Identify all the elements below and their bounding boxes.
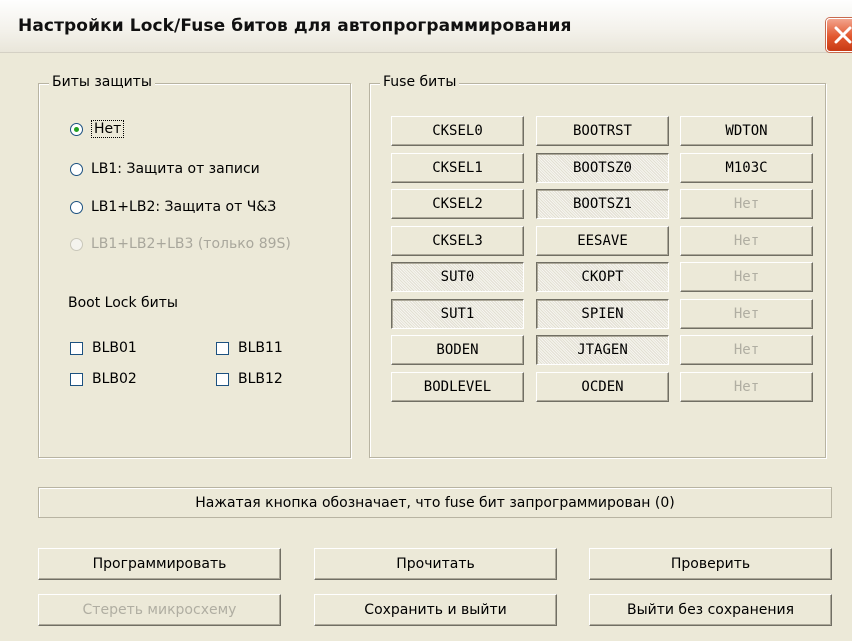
checkbox-label: BLB02 <box>92 371 137 387</box>
boot-lock-label: Boot Lock биты <box>68 295 178 311</box>
fuse-button-label: CKSEL3 <box>432 233 483 249</box>
fuse-button-none[interactable]: Нет <box>680 299 813 329</box>
fuse-button-label: EESAVE <box>577 233 628 249</box>
status-info: Нажатая кнопка обозначает, что fuse бит … <box>38 487 832 518</box>
fuse-button-label: JTAGEN <box>577 342 628 358</box>
window-title: Настройки Lock/Fuse битов для автопрогра… <box>18 16 572 36</box>
fuse-button-label: Нет <box>733 342 760 358</box>
fuse-button-none[interactable]: Нет <box>680 262 813 292</box>
checkbox-box <box>216 372 229 386</box>
fuse-button-sut0[interactable]: SUT0 <box>391 262 524 292</box>
program-button[interactable]: Программировать <box>38 548 281 580</box>
dialog-window: Настройки Lock/Fuse битов для автопрогра… <box>0 0 852 641</box>
fuse-button-label: SUT1 <box>440 306 475 322</box>
exit-without-saving-button[interactable]: Выйти без сохранения <box>589 594 832 626</box>
fuse-button-none[interactable]: Нет <box>680 372 813 402</box>
fuse-button-label: SUT0 <box>440 269 475 285</box>
radio-indicator <box>70 122 83 136</box>
radio-none[interactable]: Нет <box>70 120 125 138</box>
fuse-button-bootsz1[interactable]: BOOTSZ1 <box>536 189 669 219</box>
checkbox-blb12[interactable]: BLB12 <box>216 371 283 387</box>
fuse-button-sut1[interactable]: SUT1 <box>391 299 524 329</box>
fuse-button-label: WDTON <box>725 123 768 139</box>
radio-lb1-lb2-lb3[interactable]: LB1+LB2+LB3 (только 89S) <box>70 236 291 252</box>
fuse-button-label: BOOTRST <box>572 123 632 139</box>
fuse-button-none[interactable]: Нет <box>680 226 813 256</box>
checkbox-box <box>70 341 83 355</box>
fuse-button-bootrst[interactable]: BOOTRST <box>536 116 669 146</box>
fuse-button-eesave[interactable]: EESAVE <box>536 226 669 256</box>
fuse-button-none[interactable]: Нет <box>680 189 813 219</box>
fuse-button-label: BOOTSZ0 <box>572 160 632 176</box>
radio-lb1-lb2[interactable]: LB1+LB2: Защита от Ч&З <box>70 199 276 215</box>
fuse-button-cksel3[interactable]: CKSEL3 <box>391 226 524 256</box>
fuse-button-m103c[interactable]: M103C <box>680 153 813 183</box>
exit-without-saving-button-label: Выйти без сохранения <box>626 602 795 618</box>
protection-bits-group: Биты защиты <box>38 74 351 458</box>
fuse-button-label: SPIEN <box>581 306 624 322</box>
verify-button[interactable]: Проверить <box>589 548 832 580</box>
radio-label: LB1: Защита от записи <box>91 161 260 177</box>
fuse-button-ckopt[interactable]: CKOPT <box>536 262 669 292</box>
fuse-button-bodlevel[interactable]: BODLEVEL <box>391 372 524 402</box>
close-button[interactable] <box>826 18 852 52</box>
fuse-button-cksel1[interactable]: CKSEL1 <box>391 153 524 183</box>
fuse-bits-legend: Fuse биты <box>380 74 460 90</box>
title-bar[interactable]: Настройки Lock/Fuse битов для автопрогра… <box>0 0 852 53</box>
save-exit-button-label: Сохранить и выйти <box>364 602 507 618</box>
fuse-button-label: Нет <box>733 233 760 249</box>
radio-indicator <box>70 237 83 251</box>
fuse-button-label: CKSEL2 <box>432 196 483 212</box>
fuse-button-wdton[interactable]: WDTON <box>680 116 813 146</box>
fuse-button-label: OCDEN <box>581 379 624 395</box>
fuse-button-label: Нет <box>733 306 760 322</box>
status-text: Нажатая кнопка обозначает, что fuse бит … <box>195 494 675 511</box>
fuse-button-cksel0[interactable]: CKSEL0 <box>391 116 524 146</box>
checkbox-blb02[interactable]: BLB02 <box>70 371 137 387</box>
erase-chip-button-label: Стереть микросхему <box>82 602 237 618</box>
fuse-button-spien[interactable]: SPIEN <box>536 299 669 329</box>
read-button[interactable]: Прочитать <box>314 548 557 580</box>
fuse-button-ocden[interactable]: OCDEN <box>536 372 669 402</box>
fuse-button-label: Нет <box>733 196 760 212</box>
radio-label: Нет <box>91 120 125 138</box>
program-button-label: Программировать <box>92 556 227 572</box>
verify-button-label: Проверить <box>670 556 751 572</box>
fuse-button-label: Нет <box>733 379 760 395</box>
radio-indicator <box>70 162 83 176</box>
fuse-button-label: CKSEL1 <box>432 160 483 176</box>
fuse-button-label: BODEN <box>436 342 479 358</box>
checkbox-box <box>70 372 83 386</box>
radio-label: LB1+LB2: Защита от Ч&З <box>91 199 277 215</box>
fuse-button-label: CKSEL0 <box>432 123 483 139</box>
fuse-button-label: CKOPT <box>581 269 624 285</box>
fuse-button-boden[interactable]: BODEN <box>391 335 524 365</box>
fuse-button-bootsz0[interactable]: BOOTSZ0 <box>536 153 669 183</box>
fuse-button-label: BODLEVEL <box>423 379 492 395</box>
radio-indicator <box>70 200 83 214</box>
fuse-button-none[interactable]: Нет <box>680 335 813 365</box>
checkbox-label: BLB01 <box>92 340 137 356</box>
fuse-button-label: M103C <box>725 160 768 176</box>
radio-lb1[interactable]: LB1: Защита от записи <box>70 161 260 177</box>
fuse-button-label: BOOTSZ1 <box>572 196 632 212</box>
checkbox-label: BLB12 <box>238 371 283 387</box>
erase-chip-button[interactable]: Стереть микросхему <box>38 594 281 626</box>
radio-label: LB1+LB2+LB3 (только 89S) <box>91 236 291 252</box>
close-icon <box>834 26 852 44</box>
fuse-button-cksel2[interactable]: CKSEL2 <box>391 189 524 219</box>
protection-bits-legend: Биты защиты <box>49 74 155 90</box>
read-button-label: Прочитать <box>396 556 475 572</box>
checkbox-label: BLB11 <box>238 340 283 356</box>
fuse-button-label: Нет <box>733 269 760 285</box>
fuse-button-jtagen[interactable]: JTAGEN <box>536 335 669 365</box>
checkbox-blb11[interactable]: BLB11 <box>216 340 283 356</box>
checkbox-box <box>216 341 229 355</box>
checkbox-blb01[interactable]: BLB01 <box>70 340 137 356</box>
save-exit-button[interactable]: Сохранить и выйти <box>314 594 557 626</box>
